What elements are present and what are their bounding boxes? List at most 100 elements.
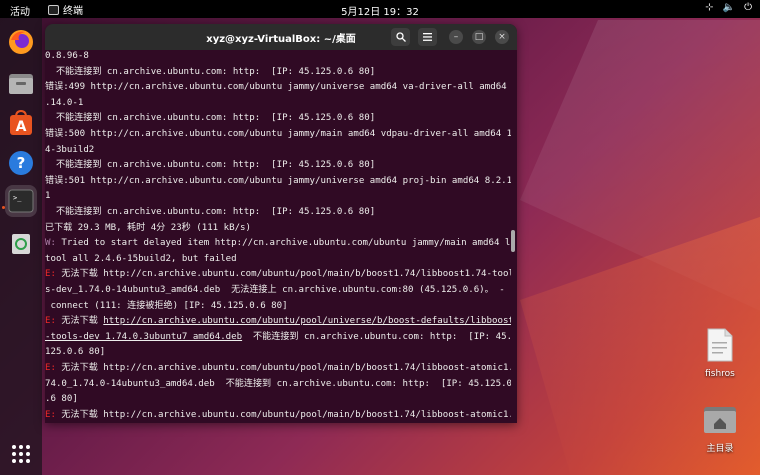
trash-launcher[interactable] xyxy=(5,227,37,259)
desktop-icon-home[interactable]: 主目录 xyxy=(700,404,740,454)
dock: A ? >_ xyxy=(0,18,42,475)
clock[interactable]: 5月12日 19：32 xyxy=(341,7,419,18)
line-text: .14.0-1 xyxy=(45,97,84,108)
terminal-icon xyxy=(48,4,59,15)
line-text: connect (111: 连接被拒绝) [IP: 45.125.0.6 80] xyxy=(45,300,288,311)
files-launcher[interactable] xyxy=(5,67,37,99)
svg-text:?: ? xyxy=(17,154,26,172)
power-icon: ⏻ xyxy=(744,2,752,13)
search-icon xyxy=(395,32,406,42)
line-text: 0.8.96-8 xyxy=(45,51,89,61)
terminal-line: 错误:500 http://cn.archive.ubuntu.com/ubun… xyxy=(45,128,511,140)
system-tray[interactable]: ⊹ 🔈 ⏻ xyxy=(705,2,752,13)
search-button[interactable] xyxy=(391,28,410,46)
scrollbar[interactable] xyxy=(511,230,515,252)
line-prefix: E: xyxy=(45,269,56,280)
line-text: 不能连接到 cn.archive.ubuntu.com: http: [IP: … xyxy=(45,207,376,217)
document-icon xyxy=(707,328,733,362)
line-text: 1 xyxy=(45,191,51,202)
app-center-launcher[interactable]: A xyxy=(5,107,37,139)
terminal-line: 4-3build2 xyxy=(45,144,94,156)
grid-icon xyxy=(12,445,30,463)
underlined-url[interactable]: -tools-dev_1.74.0.3ubuntu7_amd64.deb xyxy=(45,332,242,342)
line-text: 错误:500 http://cn.archive.ubuntu.com/ubun… xyxy=(45,129,511,139)
app-menu-label: 终端 xyxy=(63,6,83,17)
line-text: 不能连接到 cn.archive.ubuntu.com: http: [IP: … xyxy=(45,113,376,124)
line-text: 不能连接到 cn.archive.ubuntu.com: http: [IP: … xyxy=(45,160,376,171)
line-prefix: W: xyxy=(45,238,56,249)
terminal-line: 已下载 29.3 MB, 耗时 4分 23秒 (111 kB/s) xyxy=(45,222,251,234)
running-indicator xyxy=(2,206,5,209)
terminal-line: E: 无法下载 http://cn.archive.ubuntu.com/ubu… xyxy=(45,362,511,374)
line-prefix: E: xyxy=(45,316,56,327)
terminal-line: .14.0-1 xyxy=(45,97,83,109)
desktop-icon-fishros[interactable]: fishros xyxy=(700,328,740,379)
top-bar: 活动 终端 5月12日 19：32 ⊹ 🔈 ⏻ xyxy=(0,0,760,18)
activities-button[interactable]: 活动 xyxy=(10,3,30,18)
svg-text:A: A xyxy=(16,119,27,135)
terminal-line: 不能连接到 cn.archive.ubuntu.com: http: [IP: … xyxy=(45,206,375,218)
line-text: 无法下载 http://cn.archive.ubuntu.com/ubuntu… xyxy=(55,409,511,420)
maximize-button[interactable]: □ xyxy=(472,30,486,44)
desktop-icon-label: fishros xyxy=(705,369,735,379)
line-prefix: E: xyxy=(45,363,56,373)
terminal-line: 不能连接到 cn.archive.ubuntu.com: http: [IP: … xyxy=(45,112,375,124)
svg-text:>_: >_ xyxy=(13,194,22,202)
terminal-line: E: 无法下载 http://cn.archive.ubuntu.com/ubu… xyxy=(45,409,511,421)
app-store-icon: A xyxy=(10,109,32,135)
terminal-line: 错误:499 http://cn.archive.ubuntu.com/ubun… xyxy=(45,81,511,93)
terminal-line: 125.0.6 80] xyxy=(45,346,105,358)
app-menu[interactable]: 终端 xyxy=(48,2,83,17)
terminal-launcher[interactable]: >_ xyxy=(5,185,37,217)
network-icon: ⊹ xyxy=(705,2,714,13)
terminal-icon: >_ xyxy=(8,189,34,213)
terminal-line: 0.8.96-8 xyxy=(45,50,89,62)
minimize-icon: – xyxy=(453,31,459,42)
hamburger-icon xyxy=(423,33,432,41)
line-text: s-dev_1.74.0-14ubuntu3_amd64.deb 无法连接上 c… xyxy=(45,285,505,295)
terminal-line: E: 无法下载 http://cn.archive.ubuntu.com/ubu… xyxy=(45,315,511,327)
terminal-line: 1 xyxy=(45,190,50,202)
close-button[interactable]: × xyxy=(495,30,509,44)
terminal-line: 错误:501 http://cn.archive.ubuntu.com/ubun… xyxy=(45,175,511,187)
underlined-url[interactable]: http://cn.archive.ubuntu.com/ubuntu/pool… xyxy=(103,316,511,326)
window-header[interactable]: xyz@xyz-VirtualBox: ~/桌面 – □ × xyxy=(45,24,517,50)
help-launcher[interactable]: ? xyxy=(5,147,37,179)
line-text: 4-3build2 xyxy=(45,144,95,155)
volume-icon: 🔈 xyxy=(722,2,736,13)
firefox-launcher[interactable] xyxy=(5,26,37,58)
line-text: 不能连接到 cn.archive.ubuntu.com: http: [IP: … xyxy=(242,331,511,342)
terminal-line: 74.0_1.74.0-14ubuntu3_amd64.deb 不能连接到 cn… xyxy=(45,378,511,390)
close-icon: × xyxy=(498,31,506,42)
terminal-line: E: 无法下载 http://cn.archive.ubuntu.com/ubu… xyxy=(45,268,511,280)
line-text: 错误:501 http://cn.archive.ubuntu.com/ubun… xyxy=(45,175,511,186)
menu-button[interactable] xyxy=(418,28,437,46)
terminal-line: W: Tried to start delayed item http://cn… xyxy=(45,237,511,249)
line-text: 125.0.6 80] xyxy=(45,347,106,358)
terminal-line: s-dev_1.74.0-14ubuntu3_amd64.deb 无法连接上 c… xyxy=(45,284,505,296)
trash-icon xyxy=(12,234,30,254)
line-text: 74.0_1.74.0-14ubuntu3_amd64.deb 不能连接到 cn… xyxy=(45,378,511,389)
help-icon: ? xyxy=(9,151,33,175)
terminal-output[interactable]: 0.8.96-8 不能连接到 cn.archive.ubuntu.com: ht… xyxy=(45,50,511,423)
terminal-line: 不能连接到 cn.archive.ubuntu.com: http: [IP: … xyxy=(45,159,375,171)
show-apps-button[interactable] xyxy=(5,438,37,470)
firefox-icon xyxy=(9,30,33,54)
folder-icon xyxy=(9,74,33,94)
minimize-button[interactable]: – xyxy=(449,30,463,44)
line-prefix: E: xyxy=(45,409,56,420)
terminal-line: tool all 2.4.6-15build2, but failed xyxy=(45,253,237,265)
line-text: 无法下载 http://cn.archive.ubuntu.com/ubuntu… xyxy=(55,269,511,280)
line-text: 错误:499 http://cn.archive.ubuntu.com/ubun… xyxy=(45,82,511,93)
terminal-line: connect (111: 连接被拒绝) [IP: 45.125.0.6 80] xyxy=(45,300,288,312)
home-folder-icon xyxy=(704,407,736,433)
line-text: .6 80] xyxy=(45,394,78,405)
line-text: 无法下载 xyxy=(55,316,104,327)
terminal-window[interactable]: xyz@xyz-VirtualBox: ~/桌面 – □ × 0.8.96-8 … xyxy=(45,24,517,423)
desktop-icon-label: 主目录 xyxy=(706,444,734,454)
line-text: tool all 2.4.6-15build2, but failed xyxy=(45,253,237,264)
window-title: xyz@xyz-VirtualBox: ~/桌面 xyxy=(206,33,356,45)
terminal-line: -tools-dev_1.74.0.3ubuntu7_amd64.deb 不能连… xyxy=(45,331,511,343)
terminal-line: 不能连接到 cn.archive.ubuntu.com: http: [IP: … xyxy=(45,66,375,78)
line-text: 已下载 29.3 MB, 耗时 4分 23秒 (111 kB/s) xyxy=(45,222,252,233)
